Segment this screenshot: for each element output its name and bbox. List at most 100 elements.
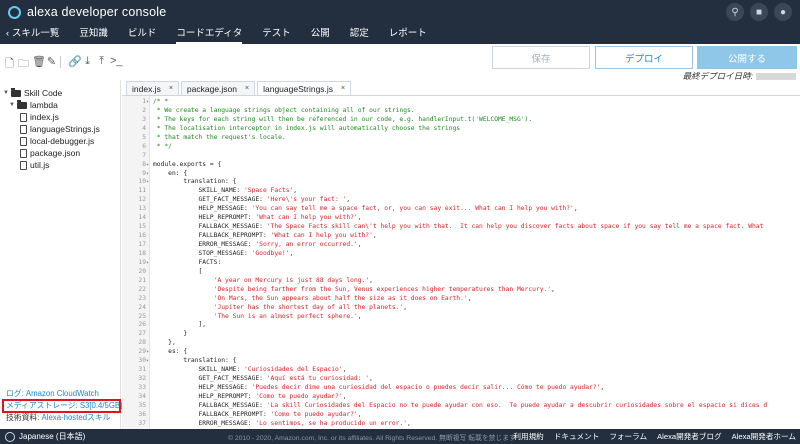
fold-toggle-icon[interactable]: ▾: [146, 98, 150, 107]
tree-file-label: languageStrings.js: [30, 124, 100, 134]
top-bar-actions: ⚲ ■ ●: [726, 3, 792, 21]
fold-toggle-icon[interactable]: ▾: [146, 161, 150, 170]
footer-links: 利用規約 ドキュメント フォーラム Alexa開発者ブログ Alexa開発者ホー…: [513, 431, 796, 442]
footer-link-forum[interactable]: フォーラム: [609, 431, 647, 442]
line-number: 35: [138, 401, 146, 409]
folder-icon: [11, 87, 21, 97]
code-string: 'Como te puedo ayudar?': [255, 392, 343, 400]
tab-package-json[interactable]: package.json ×: [180, 81, 256, 95]
footer-link-home[interactable]: Alexa開発者ホーム: [732, 431, 796, 442]
fold-toggle-icon[interactable]: ▾: [146, 259, 150, 268]
nav-tab-build[interactable]: ビルド: [128, 24, 157, 44]
line-number: 5: [142, 133, 146, 141]
code-text: ERROR_MESSAGE: 'Sorry, an error occurred…: [153, 241, 361, 250]
close-icon[interactable]: ×: [245, 85, 249, 92]
terminal-icon[interactable]: >_: [110, 55, 123, 74]
fold-toggle-icon[interactable]: ▾: [146, 178, 150, 187]
footer-link-terms[interactable]: 利用規約: [513, 431, 543, 442]
tree-file-label: local-debugger.js: [30, 136, 95, 146]
code-line: 26 ],: [122, 321, 800, 330]
language-selector[interactable]: Japanese (日本語): [19, 431, 85, 442]
line-number: 11: [138, 187, 146, 195]
code-text: 'Jupiter has the shortest day of all the…: [153, 304, 407, 313]
tree-file[interactable]: local-debugger.js: [20, 136, 94, 146]
nav-tab-test[interactable]: テスト: [262, 24, 291, 44]
code-punct: ,: [357, 214, 362, 222]
code-text: 'A year on Mercury is just 88 days long.…: [153, 277, 373, 286]
nav-tab-certification[interactable]: 認定: [350, 24, 369, 44]
code-line: 1 ▾/* *: [122, 98, 800, 107]
footer-link-blog[interactable]: Alexa開発者ブログ: [657, 431, 722, 442]
alexa-hosted-docs-link[interactable]: Alexa-hostedスキル: [42, 413, 111, 422]
tree-folder-root[interactable]: ▼ Skill Code: [3, 87, 62, 98]
file-icon: [20, 136, 27, 146]
code-text: translation: {: [153, 357, 237, 365]
save-button[interactable]: 保存: [492, 46, 590, 69]
chevron-down-icon[interactable]: ▼: [9, 102, 15, 108]
tab-index-js[interactable]: index.js ×: [126, 81, 179, 95]
line-number: 32: [138, 375, 146, 383]
s3-storage-link[interactable]: S3[0.4/5GB]: [80, 401, 122, 410]
download-icon[interactable]: ⤓: [82, 55, 93, 74]
upload-icon[interactable]: ⤒: [96, 55, 107, 74]
user-avatar-icon[interactable]: ●: [774, 3, 792, 21]
tree-folder-label: lambda: [30, 100, 58, 110]
code-line: 22 'Despite being farther from the Sun, …: [122, 286, 800, 295]
code-key: HELP_REPROMPT:: [153, 214, 256, 222]
tree-file[interactable]: languageStrings.js: [20, 124, 100, 134]
code-line: 36 FALLBACK_REPROMPT: 'Como te puedo ayu…: [122, 411, 800, 420]
publish-button[interactable]: 公開する: [697, 46, 797, 69]
media-storage-label: メディアストレージ:: [6, 401, 80, 410]
line-number: 16: [138, 232, 146, 240]
deploy-button[interactable]: デプロイ: [595, 46, 693, 69]
nav-tab-distribution[interactable]: 公開: [311, 24, 330, 44]
close-icon[interactable]: ×: [169, 85, 173, 92]
code-text: 'Despite being farther from the Sun, Ven…: [153, 286, 555, 295]
code-text: * that match the request's locale.: [153, 133, 286, 141]
globe-icon: [5, 431, 15, 442]
code-line: 8 ▾ module.exports = {: [122, 161, 800, 170]
code-editor[interactable]: 1 ▾/* * 2 * We create a language strings o…: [122, 95, 800, 429]
line-number: 30: [138, 357, 146, 365]
code-text: GET_FACT_MESSAGE: 'Here\'s your fact: ',: [153, 196, 350, 205]
code-text: * We create a language strings object co…: [153, 106, 415, 114]
new-file-icon[interactable]: 🗋: [4, 55, 15, 74]
code-line: 4 * The localisation interceptor in inde…: [122, 125, 800, 134]
code-key: [153, 286, 214, 293]
tree-file[interactable]: util.js: [20, 160, 49, 170]
delete-icon[interactable]: 🗑: [32, 55, 46, 74]
code-line: 2 * We create a language strings object …: [122, 107, 800, 116]
fold-toggle-icon[interactable]: ▾: [146, 170, 150, 179]
cloudwatch-log-link[interactable]: ログ: Amazon CloudWatch: [0, 389, 121, 399]
nav-tab-skill-name[interactable]: 豆知識: [79, 24, 108, 44]
fold-toggle-icon[interactable]: ▾: [146, 357, 150, 366]
app-title[interactable]: alexa developer console: [27, 5, 166, 19]
code-string: 'Goodbye!': [251, 249, 290, 257]
fold-toggle-icon[interactable]: ▾: [146, 348, 150, 357]
new-folder-icon[interactable]: 🗀: [18, 55, 29, 74]
code-punct: ,: [467, 294, 472, 302]
tab-language-strings-js[interactable]: languageStrings.js ×: [257, 81, 352, 95]
editor-tabs: index.js × package.json × languageStrings.…: [122, 80, 800, 95]
code-key: GET_FACT_MESSAGE:: [153, 375, 267, 383]
code-key: GET_FACT_MESSAGE:: [153, 196, 267, 204]
tree-folder-lambda[interactable]: ▼ lambda: [9, 99, 58, 110]
nav-tab-reports[interactable]: レポート: [389, 24, 427, 44]
close-icon[interactable]: ×: [341, 85, 345, 92]
search-icon[interactable]: ⚲: [726, 3, 744, 21]
tab-label: index.js: [132, 83, 161, 94]
footer-link-docs[interactable]: ドキュメント: [554, 431, 600, 442]
nav-tab-code-editor[interactable]: コードエディタ: [176, 24, 243, 44]
code-text: en: {: [153, 169, 188, 177]
line-number: 1: [142, 98, 146, 105]
rename-icon[interactable]: ✎: [46, 55, 57, 74]
alexa-logo-icon[interactable]: [8, 5, 21, 19]
tree-file[interactable]: index.js: [20, 112, 59, 122]
notifications-icon[interactable]: ■: [750, 3, 768, 21]
link-icon[interactable]: 🔗: [68, 55, 82, 74]
chevron-down-icon[interactable]: ▼: [3, 90, 9, 96]
back-to-skills-link[interactable]: ‹ スキル一覧: [6, 24, 59, 44]
code-string: 'Here\'s your fact: ': [266, 196, 347, 204]
tree-file[interactable]: package.json: [20, 148, 80, 158]
code-line: 20 [: [122, 268, 800, 277]
